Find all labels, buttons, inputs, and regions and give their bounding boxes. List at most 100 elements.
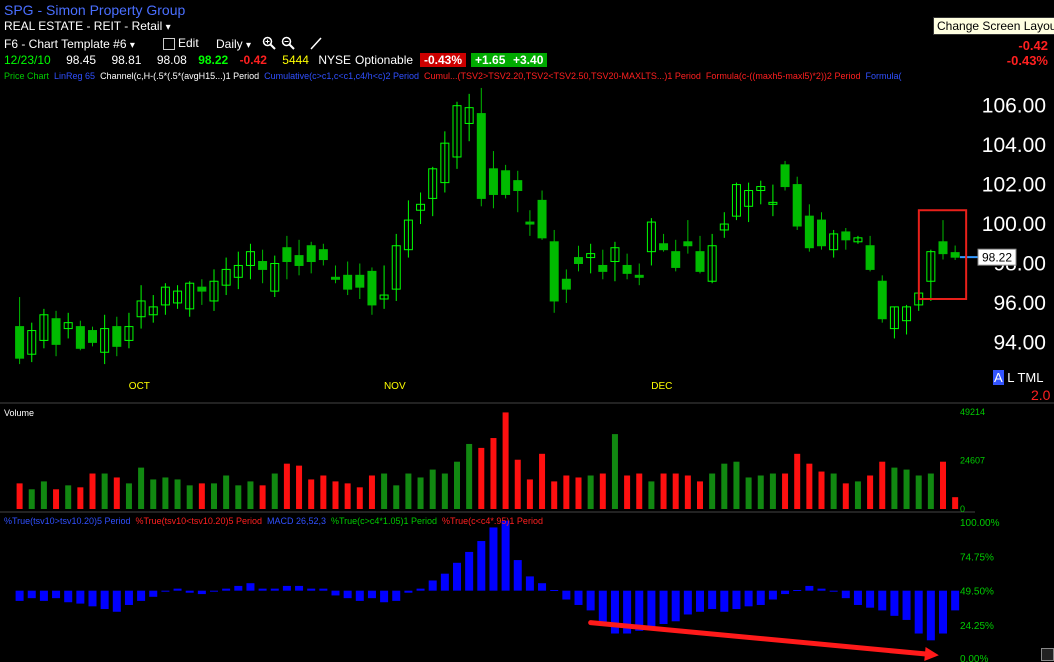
oscillator-bar [307,588,316,591]
volume-bar [113,477,120,509]
volume-bar [782,473,789,509]
zoom-out-icon[interactable] [281,36,295,50]
oscillator-tick-label: 100.00% [960,518,1000,529]
period-label: Daily [216,37,243,51]
volume-bar [903,469,910,509]
candle-body [877,280,887,320]
oscillator-tick-label: 74.75% [960,552,994,563]
volume-bar [830,473,837,509]
candle-body [306,245,316,263]
volume-tick-label: 49214 [960,407,985,417]
volume-bar [818,471,825,509]
candle-body [695,251,705,272]
oscillator-bar [793,590,802,591]
oscillator-bar [525,576,534,591]
volume-bar [636,473,643,509]
oscillator-bar [465,551,474,591]
candle-body [513,180,523,192]
template-dropdown[interactable]: F6 - Chart Template #6 ▾ [4,37,135,51]
quote-last: 98.22 [198,53,229,67]
oscillator-legend: %True(tsv10>tsv10.20)5 Period %True(tsv10… [4,516,934,526]
volume-bar [599,473,606,509]
volume-bar [502,412,509,509]
draw-line-icon[interactable] [309,36,323,50]
oscillator-bar [295,585,304,591]
oscillator-bar [246,583,255,591]
oscillator-bar [574,590,583,605]
volume-bar [271,473,278,509]
volume-bar [125,483,132,509]
zoom-in-icon[interactable] [262,36,276,50]
oscillator-bar [39,590,48,601]
volume-bar [490,438,497,509]
quote-open: 98.45 [66,53,97,67]
scroll-corner[interactable] [1041,648,1054,661]
oscillator-bar [951,590,960,611]
a-badge: A [993,370,1004,385]
quote-high: 98.81 [111,53,142,67]
oscillator-bar [489,527,498,591]
price-tick-label: 104.00 [982,134,1046,157]
oscillator-bar [392,590,401,601]
candle-body [841,231,851,241]
oscillator-legend-item-1: %True(tsv10<tsv10.20)5 Period [135,516,262,526]
indicator-legend-item-6: Formula( [865,71,902,81]
alert-badge[interactable]: A L TML [993,370,1043,385]
volume-bar [733,461,740,509]
month-label: OCT [129,381,150,392]
right-change: -0.42 [1018,38,1048,53]
volume-bar [393,485,400,509]
price-tick-label: 102.00 [982,174,1046,197]
indicator-legend-item-3: Cumulative(c>c1,c<c1,c4/h<c)2 Period [264,71,419,81]
candle-body [950,252,960,258]
volume-bar [842,483,849,509]
volume-bar [611,434,618,509]
quote-volume: 5444 [282,53,309,67]
volume-bar [952,497,959,509]
symbol-title[interactable]: SPG - Simon Property Group [4,2,185,18]
volume-bar [223,475,230,509]
candle-body [51,318,61,345]
oscillator-bar [258,588,267,591]
oscillator-bar [197,590,206,595]
candle-body [476,113,486,199]
oscillator-bar [222,588,231,591]
price-tick-label: 96.00 [993,292,1046,315]
indicator-legend-item-2: Channel(c,H-(.5*(.5*(avgH15...)1 Period [100,71,260,81]
oscillator-bar [744,590,753,607]
oscillator-bar [331,590,340,596]
volume-bar [320,475,327,509]
oscillator-bar [367,590,376,599]
oscillator-bar [768,590,777,600]
candle-body [804,215,814,249]
oscillator-bar [149,590,158,597]
optionable-label: Optionable [355,53,414,67]
oscillator-bar [841,590,850,599]
volume-bar [174,479,181,509]
price-tick-label: 94.00 [993,331,1046,354]
volume-bar [186,485,193,509]
candle-body [792,184,802,227]
volume-bar [162,477,169,509]
edit-button[interactable]: Edit [163,36,199,50]
volume-bar [757,475,764,509]
oscillator-bar [683,590,692,615]
candle-body [331,276,340,280]
pencil-grid-icon [163,37,175,50]
volume-bar [514,459,521,509]
oscillator-bar [756,590,765,605]
volume-bar [28,489,35,509]
stock-chart[interactable]: 94.0096.0098.00100.00102.00104.00106.00O… [0,0,1054,662]
oscillator-bar [416,588,425,591]
period-dropdown[interactable]: Daily ▾ [216,37,251,51]
candle-body [622,264,632,274]
oscillator-bar [440,573,449,591]
sector-dropdown[interactable]: REAL ESTATE - REIT - Retail ▾ [4,19,171,33]
oscillator-bar [659,590,668,624]
candle-body [865,245,875,270]
l-badge: L [1007,370,1015,385]
candle-body [938,241,948,255]
oscillator-bar [708,590,717,610]
volume-bar [867,475,874,509]
candle-body [537,199,547,239]
